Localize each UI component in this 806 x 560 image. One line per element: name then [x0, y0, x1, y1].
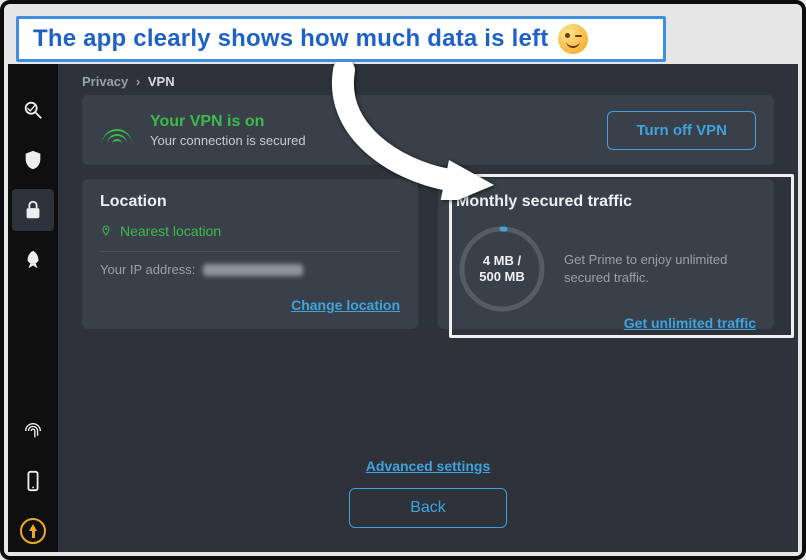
annotation-text: The app clearly shows how much data is l…: [33, 25, 548, 53]
app-frame: The app clearly shows how much data is l…: [0, 0, 806, 560]
advanced-settings-link[interactable]: Advanced settings: [366, 458, 490, 474]
wink-emoji-icon: [558, 24, 588, 54]
traffic-title: Monthly secured traffic: [456, 193, 756, 211]
rail-item-shield[interactable]: [12, 139, 54, 181]
location-value: Nearest location: [120, 223, 221, 239]
rail-item-lock[interactable]: [12, 189, 54, 231]
ip-value-redacted: [203, 264, 303, 276]
traffic-gauge: 4 MB / 500 MB: [456, 223, 548, 315]
breadcrumb: Privacy › VPN: [82, 74, 774, 89]
vpn-status-title: Your VPN is on: [150, 113, 306, 131]
chevron-right-icon: ›: [136, 74, 140, 89]
breadcrumb-current: VPN: [148, 74, 175, 89]
location-panel: Location Nearest location Your IP addres…: [82, 179, 418, 329]
annotation-banner: The app clearly shows how much data is l…: [16, 16, 666, 62]
shield-icon: [22, 149, 44, 171]
rail-item-rocket[interactable]: [12, 239, 54, 281]
panel-row: Location Nearest location Your IP addres…: [82, 179, 774, 329]
scan-icon: [22, 99, 44, 121]
rail-item-fingerprint[interactable]: [12, 410, 54, 452]
footer-actions: Advanced settings Back: [58, 458, 798, 528]
change-location-link[interactable]: Change location: [291, 297, 400, 313]
traffic-cap: 500 MB: [479, 269, 525, 285]
back-button[interactable]: Back: [349, 488, 507, 528]
fingerprint-icon: [22, 420, 44, 442]
traffic-panel: Monthly secured traffic 4 MB / 500 MB Ge…: [438, 179, 774, 329]
lock-icon: [22, 199, 44, 221]
rail-item-update[interactable]: [12, 510, 54, 552]
rocket-icon: [22, 249, 44, 271]
phone-icon: [22, 470, 44, 492]
vpn-status-subtitle: Your connection is secured: [150, 133, 306, 148]
traffic-used: 4 MB /: [483, 253, 521, 269]
pin-icon: [100, 225, 112, 237]
breadcrumb-root[interactable]: Privacy: [82, 74, 128, 89]
ip-label: Your IP address:: [100, 262, 195, 277]
rail-item-scan[interactable]: [12, 89, 54, 131]
turn-off-vpn-button[interactable]: Turn off VPN: [607, 111, 756, 150]
rail-item-phone[interactable]: [12, 460, 54, 502]
wifi-secure-icon: [100, 116, 134, 144]
update-icon: [20, 518, 46, 544]
main-area: Privacy › VPN Your VPN is on Your connec…: [58, 64, 798, 552]
location-title: Location: [100, 193, 400, 211]
vpn-status-card: Your VPN is on Your connection is secure…: [82, 95, 774, 165]
traffic-message: Get Prime to enjoy unlimited secured tra…: [564, 251, 756, 287]
sidebar-rail: [8, 64, 58, 552]
get-unlimited-link[interactable]: Get unlimited traffic: [624, 315, 756, 331]
divider: [100, 251, 400, 252]
